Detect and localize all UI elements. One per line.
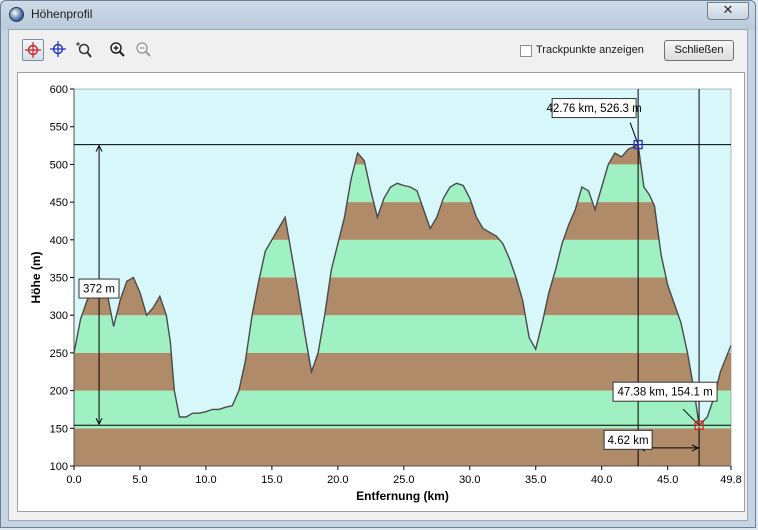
zoom-in-icon — [110, 42, 125, 57]
marker-1-label: 42.76 km, 526.3 m — [546, 103, 641, 115]
y-tick-label: 100 — [50, 461, 68, 473]
zoom-region-icon — [76, 42, 92, 58]
window-title: Höhenprofil — [31, 7, 93, 21]
marker-2-label: 47.38 km, 154.1 m — [617, 387, 712, 399]
y-tick-label: 300 — [50, 310, 68, 322]
y-axis-label: Höhe (m) — [29, 252, 43, 304]
x-tick-label: 10.0 — [195, 474, 216, 486]
y-tick-label: 600 — [50, 84, 68, 96]
height-difference-label: 372 m — [83, 284, 115, 296]
zoom-out-tool[interactable] — [133, 39, 155, 61]
y-tick-label: 250 — [50, 348, 68, 360]
close-button[interactable]: Schließen — [664, 40, 734, 61]
x-tick-label: 49.8 — [720, 474, 741, 486]
distance-label: 4.62 km — [608, 435, 649, 447]
x-tick-label: 40.0 — [591, 474, 612, 486]
globe-icon — [9, 7, 24, 22]
window-close-button[interactable]: ✕ — [707, 2, 749, 20]
y-tick-label: 400 — [50, 235, 68, 247]
y-tick-label: 150 — [50, 423, 68, 435]
blue-crosshair-icon — [50, 41, 66, 57]
title-bar[interactable]: Höhenprofil ✕ — [1, 1, 755, 29]
blue-crosshair-tool[interactable] — [48, 39, 70, 61]
y-tick-label: 200 — [50, 386, 68, 398]
x-tick-label: 15.0 — [261, 474, 282, 486]
y-tick-label: 500 — [50, 159, 68, 171]
chart-panel: 100 150 200 250 300 350 400 450 500 550 600 0.0 5.0 1… — [17, 72, 745, 512]
zoom-in-tool[interactable] — [107, 39, 129, 61]
elevation-chart[interactable]: 100 150 200 250 300 350 400 450 500 550 600 0.0 5.0 1… — [18, 73, 744, 511]
trackpoints-checkbox[interactable] — [520, 45, 532, 57]
client-area: Trackpunkte anzeigen Schließen 100 150 200… — [8, 29, 748, 521]
red-crosshair-tool[interactable] — [22, 39, 44, 61]
y-tick-label: 350 — [50, 273, 68, 285]
x-tick-label: 30.0 — [459, 474, 480, 486]
y-tick-label: 450 — [50, 197, 68, 209]
x-tick-label: 25.0 — [393, 474, 414, 486]
x-tick-label: 35.0 — [525, 474, 546, 486]
zoom-region-tool[interactable] — [73, 39, 95, 61]
x-tick-label: 20.0 — [327, 474, 348, 486]
x-tick-label: 45.0 — [657, 474, 678, 486]
zoom-out-icon — [136, 42, 151, 57]
trackpoints-label: Trackpunkte anzeigen — [536, 44, 644, 56]
x-tick-label: 0.0 — [66, 474, 81, 486]
x-tick-label: 5.0 — [132, 474, 147, 486]
y-tick-label: 550 — [50, 122, 68, 134]
profile-window: Höhenprofil ✕ Trackpunkte anzeigen Schli… — [0, 0, 756, 528]
x-axis-label: Entfernung (km) — [356, 489, 449, 503]
red-crosshair-icon — [25, 42, 41, 58]
